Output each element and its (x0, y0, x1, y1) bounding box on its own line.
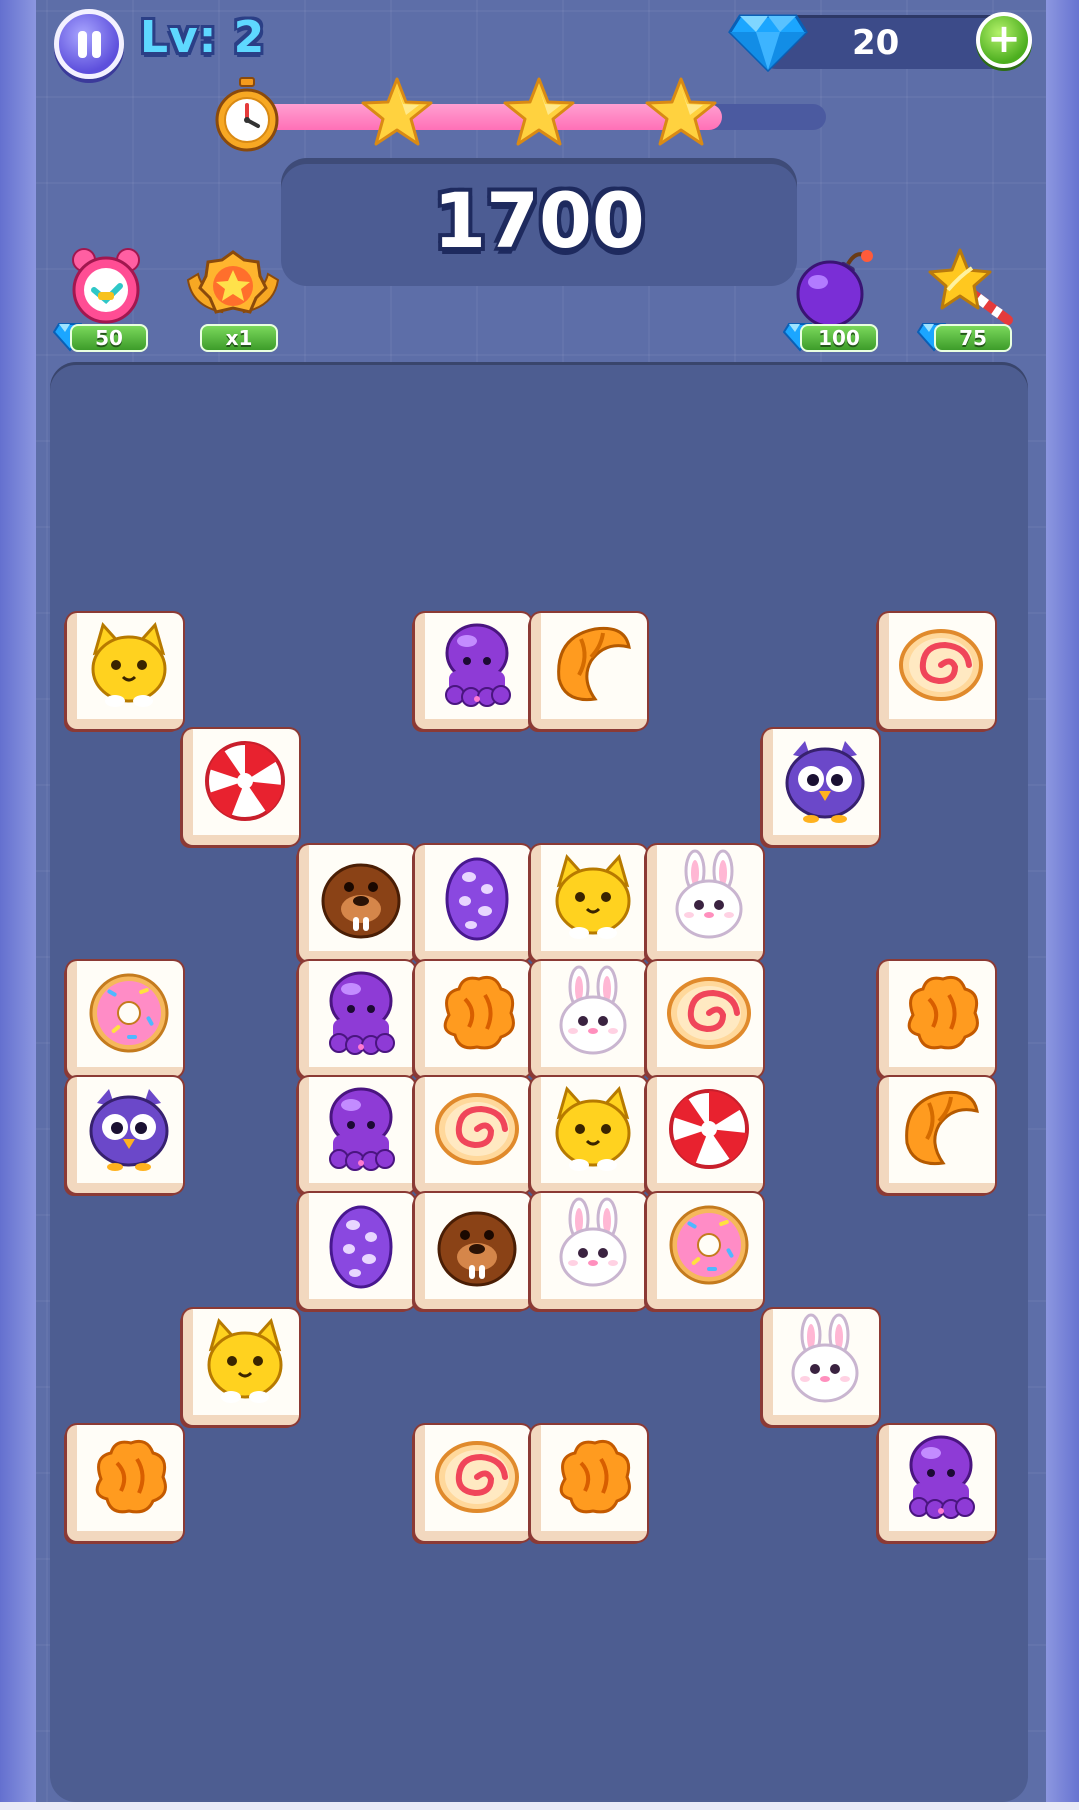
tile-owl[interactable] (67, 1077, 183, 1193)
tile-croissant[interactable] (879, 1077, 995, 1193)
bomb-powerup[interactable]: 100 (778, 246, 888, 356)
tile-bunny[interactable] (647, 845, 763, 961)
tile-walrus[interactable] (299, 845, 415, 961)
owl-icon (89, 1089, 169, 1171)
octopus-icon (329, 1087, 395, 1171)
bunny-icon (559, 965, 627, 1055)
cookie-icon (95, 1439, 167, 1514)
level-label: Lv: 2 (140, 12, 266, 63)
powerup-cost: 100 (800, 324, 878, 352)
tile-bunny[interactable] (531, 961, 647, 1077)
tile-bunny[interactable] (531, 1193, 647, 1309)
right-frame (1046, 0, 1079, 1810)
bunny-icon (791, 1313, 859, 1403)
tile-swirl-roll[interactable] (647, 961, 763, 1077)
tile-donut[interactable] (67, 961, 183, 1077)
alarm-clock-icon (72, 248, 140, 324)
star-icon (361, 77, 433, 146)
tile-cookie[interactable] (531, 1425, 647, 1541)
octopus-icon (329, 971, 395, 1055)
tile-cat[interactable] (67, 613, 183, 729)
score-value: 1700 (433, 176, 645, 265)
pause-icon-bar (92, 31, 101, 58)
bomb-icon (796, 250, 873, 328)
tile-cat[interactable] (531, 845, 647, 961)
cat-icon (555, 1085, 631, 1171)
tile-peppermint[interactable] (647, 1077, 763, 1193)
tile-bunny[interactable] (763, 1309, 879, 1425)
cat-icon (555, 853, 631, 939)
egg-icon (445, 857, 509, 941)
donut-icon (669, 1205, 749, 1285)
owl-icon (785, 741, 865, 823)
peppermint-icon (205, 741, 285, 821)
tile-egg[interactable] (415, 845, 531, 961)
tile-cookie[interactable] (67, 1425, 183, 1541)
tile-octopus[interactable] (879, 1425, 995, 1541)
score-panel: 1700 (281, 158, 797, 286)
tile-octopus[interactable] (415, 613, 531, 729)
tile-croissant[interactable] (531, 613, 647, 729)
bunny-icon (675, 849, 743, 939)
tile-octopus[interactable] (299, 1077, 415, 1193)
bunny-icon (559, 1197, 627, 1287)
tile-swirl-roll[interactable] (879, 613, 995, 729)
walrus-icon (437, 1211, 517, 1287)
gem-icon (728, 14, 808, 72)
star-medal-icon (186, 250, 280, 314)
croissant-icon (905, 1090, 979, 1166)
tile-swirl-roll[interactable] (415, 1077, 531, 1193)
star-icon (645, 77, 717, 146)
magic-wand-powerup[interactable]: 75 (912, 246, 1022, 356)
cat-icon (91, 621, 167, 707)
powerup-cost: 75 (934, 324, 1012, 352)
swirl-roll-icon (899, 629, 983, 701)
star-wand-icon (928, 248, 1013, 325)
tile-cat[interactable] (183, 1309, 299, 1425)
croissant-icon (557, 626, 631, 702)
tile-cookie[interactable] (415, 961, 531, 1077)
tile-octopus[interactable] (299, 961, 415, 1077)
tile-cat[interactable] (531, 1077, 647, 1193)
cookie-icon (443, 975, 515, 1050)
alarm-clock-icon (215, 77, 279, 152)
gem-count: 20 (852, 23, 900, 63)
walrus-icon (321, 863, 401, 939)
tile-donut[interactable] (647, 1193, 763, 1309)
peppermint-icon (669, 1089, 749, 1169)
swirl-roll-icon (435, 1441, 519, 1513)
add-gems-button[interactable]: + (976, 12, 1032, 68)
multiplier-powerup[interactable]: x1 (178, 246, 288, 356)
cookie-icon (907, 975, 979, 1050)
tile-peppermint[interactable] (183, 729, 299, 845)
powerup-cost: x1 (200, 324, 278, 352)
tile-egg[interactable] (299, 1193, 415, 1309)
tile-swirl-roll[interactable] (415, 1425, 531, 1541)
extra-time-powerup[interactable]: 50 (48, 246, 158, 356)
tile-cookie[interactable] (879, 961, 995, 1077)
octopus-icon (909, 1435, 975, 1519)
egg-icon (329, 1205, 393, 1289)
pause-button[interactable] (54, 9, 124, 79)
swirl-roll-icon (667, 977, 751, 1049)
octopus-icon (445, 623, 511, 707)
tile-walrus[interactable] (415, 1193, 531, 1309)
swirl-roll-icon (435, 1093, 519, 1165)
bottom-edge (0, 1802, 1079, 1810)
donut-icon (89, 973, 169, 1053)
star-icon (503, 77, 575, 146)
cat-icon (207, 1317, 283, 1403)
left-frame (0, 0, 36, 1810)
tile-owl[interactable] (763, 729, 879, 845)
game-screen: Lv: 2 20 + 1700 50 x1 100 75 (0, 0, 1079, 1810)
pause-icon (78, 31, 87, 58)
powerup-cost: 50 (70, 324, 148, 352)
cookie-icon (559, 1439, 631, 1514)
